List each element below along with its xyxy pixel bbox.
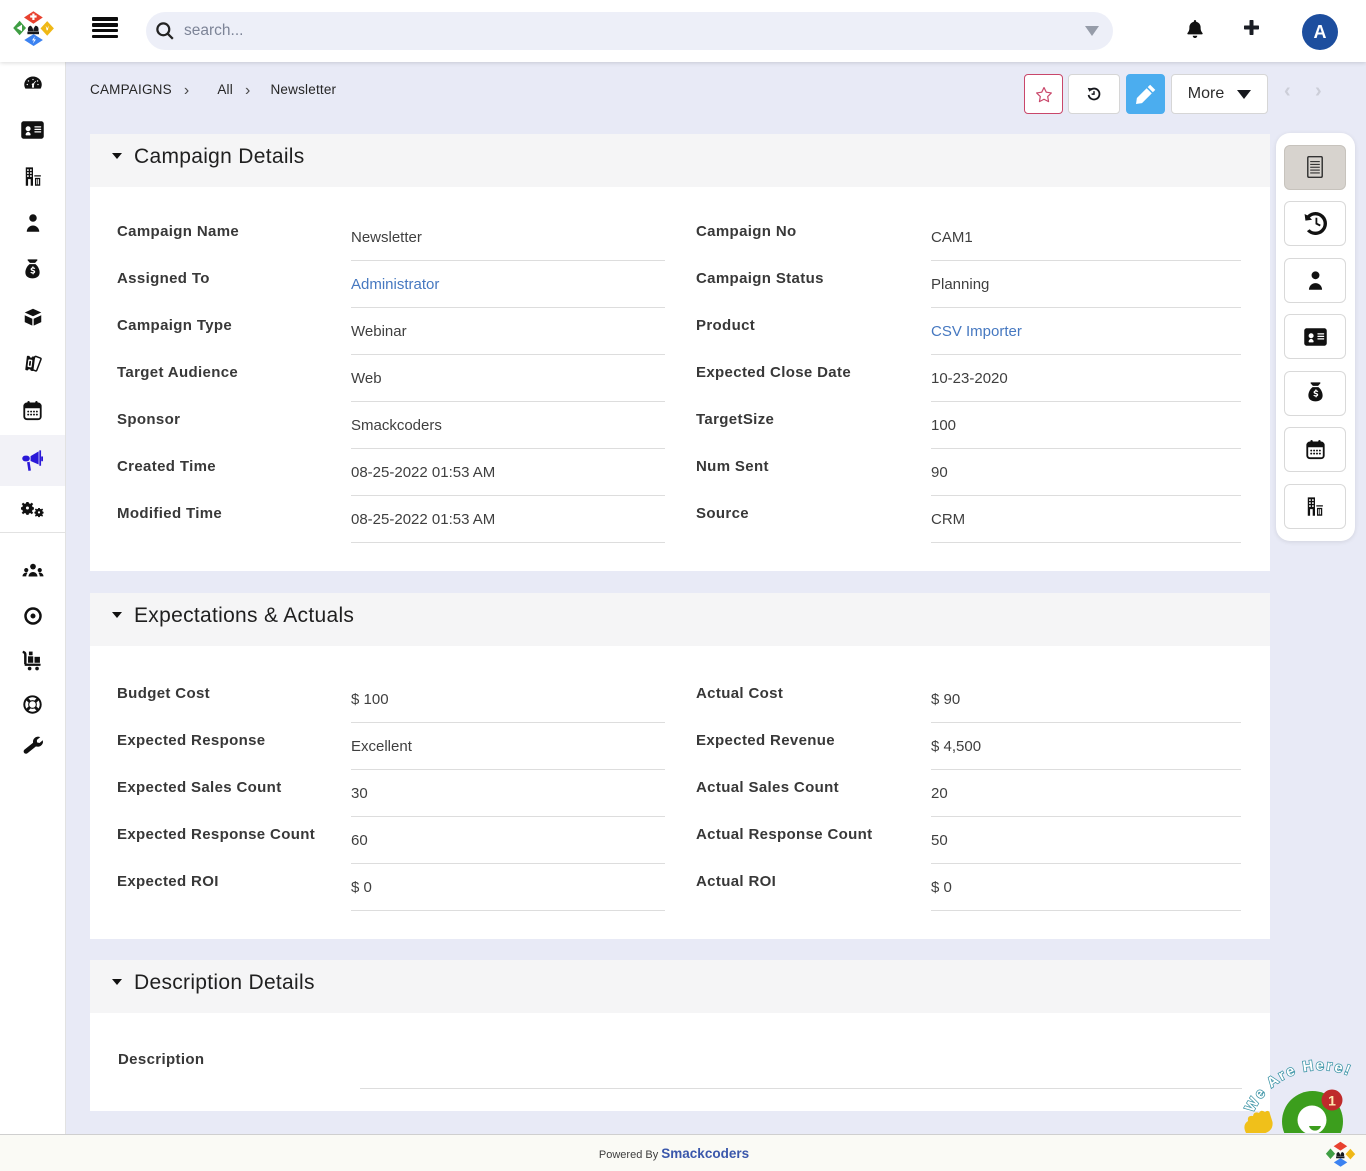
svg-text:1: 1 xyxy=(1328,1093,1336,1109)
